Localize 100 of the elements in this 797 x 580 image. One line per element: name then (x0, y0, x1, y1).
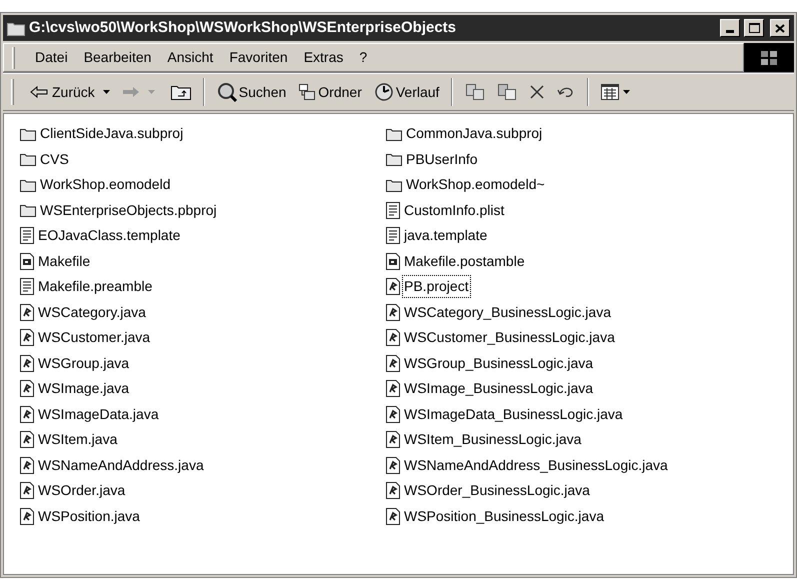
maximize-button[interactable] (744, 19, 764, 37)
delete-icon (529, 84, 546, 100)
file-item[interactable]: EOJavaClass.template (20, 225, 182, 246)
minimize-button[interactable] (720, 19, 740, 37)
file-item[interactable]: PB.project (386, 276, 470, 298)
file-item[interactable]: Makefile.preamble (20, 276, 154, 298)
file-name: WSPosition.java (37, 506, 141, 526)
text-file-icon (20, 227, 34, 244)
file-name: WSGroup.java (37, 354, 130, 373)
file-item[interactable]: WSItem_BusinessLogic.java (386, 429, 582, 450)
file-item[interactable]: PBUserInfo (386, 148, 479, 170)
list-view-icon (601, 84, 620, 100)
copy-documents-icon (497, 83, 518, 101)
up-folder-icon (170, 84, 191, 100)
file-name: WSGroup_BusinessLogic.java (403, 354, 594, 373)
menu-item[interactable]: Datei (27, 47, 76, 68)
file-name: WSCustomer_BusinessLogic.java (403, 328, 616, 348)
close-button[interactable] (770, 19, 790, 37)
file-name: Makefile (37, 252, 92, 271)
file-name: WSImage.java (37, 379, 130, 398)
left-arrow-icon (30, 86, 48, 98)
file-name: CommonJava.subproj (405, 124, 544, 144)
file-item[interactable]: Makefile (20, 250, 92, 272)
file-item[interactable]: WSCategory_BusinessLogic.java (386, 302, 612, 323)
file-name: WorkShop.eomodeld (39, 175, 172, 194)
file-name: WSItem.java (37, 430, 118, 450)
file-item[interactable]: Makefile.postamble (386, 250, 526, 272)
script-file-icon (20, 456, 34, 474)
application-file-icon (20, 252, 34, 270)
file-item[interactable]: WSImage.java (20, 378, 130, 400)
file-item[interactable]: WSCategory.java (20, 302, 147, 323)
script-file-icon (20, 431, 34, 448)
file-item[interactable]: ClientSideJava.subproj (20, 123, 184, 144)
script-file-icon (20, 406, 34, 423)
file-name: WSEnterpriseObjects.pbproj (39, 200, 218, 220)
file-item[interactable]: WSImageData.java (20, 404, 160, 425)
file-item[interactable]: WSGroup_BusinessLogic.java (386, 352, 594, 374)
file-name: Makefile.postamble (403, 252, 526, 271)
file-item[interactable]: WorkShop.eomodeld~ (386, 174, 546, 196)
folder-icon (20, 178, 36, 192)
search-icon (216, 82, 237, 102)
script-file-icon (20, 380, 34, 398)
file-item[interactable]: WSPosition_BusinessLogic.java (386, 506, 605, 527)
menu-item[interactable]: Extras (296, 47, 352, 68)
folder-icon (20, 203, 36, 218)
dropdown-caret-icon[interactable] (102, 90, 110, 94)
folders-button[interactable]: Ordner (294, 82, 366, 102)
file-name: PBUserInfo (405, 150, 479, 169)
folder-icon (386, 152, 402, 166)
folder-icon (386, 126, 402, 141)
menu-item[interactable]: Bearbeiten (76, 47, 160, 68)
menu-item[interactable]: Ansicht (159, 47, 222, 68)
file-item[interactable]: WSImage_BusinessLogic.java (386, 378, 594, 400)
file-item[interactable]: WSPosition.java (20, 506, 141, 527)
file-item[interactable]: WSOrder_BusinessLogic.java (386, 480, 591, 502)
window-title: G:\cvs\wo50\WorkShop\WSWorkShop\WSEnterpriseObjects (29, 18, 458, 38)
script-file-icon (386, 380, 400, 398)
application-file-icon (386, 252, 400, 270)
undo-icon (557, 85, 576, 99)
back-button[interactable]: Zurück (26, 82, 99, 102)
file-item[interactable]: WSCustomer.java (20, 327, 152, 348)
history-button[interactable]: Verlauf (370, 82, 444, 102)
file-item[interactable]: WSItem.java (20, 429, 118, 450)
file-name: WSCategory.java (37, 302, 147, 322)
text-file-icon (20, 278, 34, 296)
file-item[interactable]: WorkShop.eomodeld (20, 174, 172, 196)
file-name: WSCategory_BusinessLogic.java (403, 302, 612, 322)
file-name: WSImageData_BusinessLogic.java (403, 404, 624, 424)
folder-icon (7, 20, 25, 36)
minimize-icon (726, 30, 734, 33)
file-name: WorkShop.eomodeld~ (405, 175, 546, 194)
search-button[interactable]: Suchen (212, 82, 290, 102)
file-name: WSOrder_BusinessLogic.java (403, 481, 591, 500)
close-icon (775, 24, 785, 32)
file-item[interactable]: WSNameAndAddress.java (20, 454, 205, 476)
script-file-icon (386, 278, 400, 296)
file-name: Makefile.preamble (37, 277, 154, 296)
move-documents-icon (465, 83, 486, 101)
folder-icon (20, 126, 36, 141)
menu-item[interactable]: Favoriten (221, 47, 296, 68)
file-item[interactable]: WSCustomer_BusinessLogic.java (386, 327, 616, 348)
script-file-icon (386, 329, 400, 346)
menu-item[interactable]: ? (351, 47, 376, 68)
file-name: WSCustomer.java (37, 328, 152, 348)
file-item[interactable]: WSImageData_BusinessLogic.java (386, 404, 624, 425)
script-file-icon (20, 329, 34, 346)
script-file-icon (386, 406, 400, 423)
file-item[interactable]: CommonJava.subproj (386, 123, 544, 144)
file-name: EOJavaClass.template (37, 226, 182, 246)
script-file-icon (386, 508, 400, 525)
file-item[interactable]: WSGroup.java (20, 352, 130, 374)
windows-logo-icon (760, 50, 778, 66)
script-file-icon (386, 304, 400, 321)
file-item[interactable]: CustomInfo.plist (386, 200, 506, 221)
file-item[interactable]: CVS (20, 148, 70, 170)
file-item[interactable]: WSEnterpriseObjects.pbproj (20, 200, 218, 221)
text-file-icon (386, 227, 400, 244)
script-file-icon (20, 508, 34, 525)
file-item[interactable]: java.template (386, 225, 488, 246)
file-item[interactable]: WSOrder.java (20, 480, 126, 502)
